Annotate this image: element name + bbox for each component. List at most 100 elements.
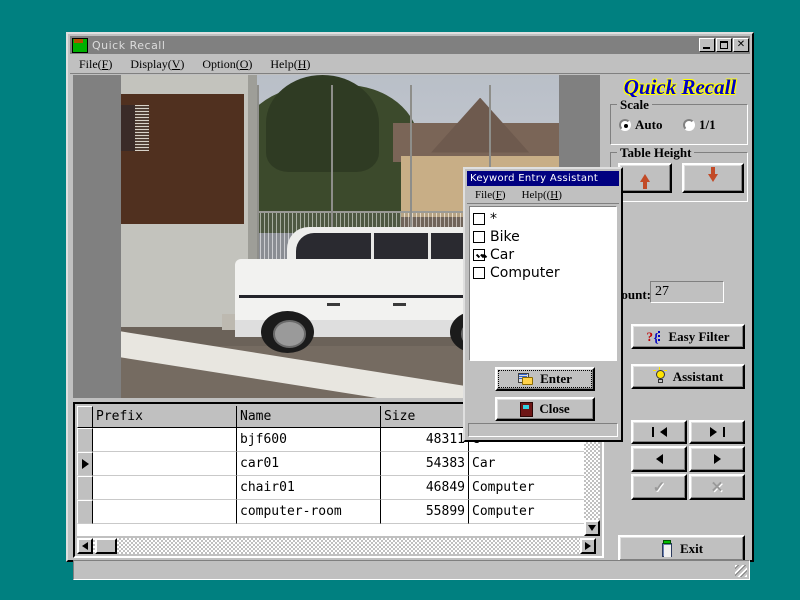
scale-group-label: Scale [617, 97, 652, 113]
main-window: Quick Recall ✕ File(F) Display(V) Option… [66, 32, 754, 580]
maximize-button[interactable] [716, 38, 732, 52]
control-panel: Quick Recall Scale Auto 1/1 Table Height… [604, 75, 752, 562]
cell-keyword[interactable]: Computer [469, 500, 595, 524]
keyword-item-car[interactable]: Car [473, 246, 616, 264]
radio-1-1-label: 1/1 [699, 117, 716, 132]
count-value: 27 [650, 281, 724, 303]
cell-size[interactable]: 46849 [381, 476, 469, 500]
confirm-button: ✓ [631, 474, 687, 500]
menu-option[interactable]: Option(O) [193, 56, 261, 73]
dialog-status-bar [468, 423, 618, 437]
dialog-menu-bar: File(F) Help((H) [467, 187, 619, 204]
previous-record-icon [655, 454, 663, 464]
keyword-label: Car [490, 247, 515, 263]
radio-scale-one-to-one[interactable]: 1/1 [683, 117, 716, 133]
cell-name[interactable]: chair01 [237, 476, 381, 500]
table-height-increase-button[interactable] [618, 163, 672, 193]
cell-size[interactable]: 55899 [381, 500, 469, 524]
cell-prefix[interactable] [93, 428, 237, 452]
cell-name[interactable]: computer-room [237, 500, 381, 524]
row-marker-current [77, 452, 93, 476]
arrow-down-icon [708, 167, 718, 182]
photo-window-frame [121, 94, 244, 224]
menu-bar: File(F) Display(V) Option(O) Help(H) [70, 56, 750, 74]
radio-scale-auto[interactable]: Auto [619, 117, 662, 133]
cell-prefix[interactable] [93, 500, 237, 524]
cell-prefix[interactable] [93, 476, 237, 500]
menu-display[interactable]: Display(V) [121, 56, 193, 73]
radio-auto-indicator [619, 119, 631, 131]
easy-filter-label: Easy Filter [668, 328, 730, 344]
chevron-right-icon [585, 542, 591, 550]
table-row[interactable]: chair01 46849 Computer [77, 476, 596, 500]
menu-file[interactable]: File(F) [70, 56, 121, 73]
dialog-close-button[interactable]: Close [495, 397, 595, 421]
keyword-label: Computer [490, 265, 560, 281]
dialog-menu-file[interactable]: File(F) [467, 189, 514, 201]
menu-help[interactable]: Help(H) [261, 56, 319, 73]
next-record-icon [713, 454, 721, 464]
checkbox-car[interactable] [473, 249, 485, 261]
radio-1-1-indicator [683, 119, 695, 131]
assistant-label: Assistant [672, 368, 724, 384]
table-horizontal-scrollbar[interactable] [77, 538, 596, 554]
resize-grip-icon[interactable] [735, 565, 747, 577]
cancel-button: ✕ [689, 474, 745, 500]
photo-car-handle [392, 302, 406, 306]
table-height-decrease-button[interactable] [682, 163, 744, 193]
table-row[interactable]: car01 54383 Car [77, 452, 596, 476]
hscroll-right-button[interactable] [580, 538, 596, 554]
keyword-list[interactable]: * Bike Car Computer [469, 206, 617, 361]
nav-first-button[interactable] [631, 420, 687, 444]
cell-name[interactable]: car01 [237, 452, 381, 476]
keyword-item-all[interactable]: * [473, 210, 616, 228]
cell-keyword[interactable]: Computer [469, 476, 595, 500]
checkbox-bike[interactable] [473, 231, 485, 243]
hscroll-thumb[interactable] [95, 538, 117, 554]
hscroll-track[interactable] [77, 538, 596, 554]
photo-fence-post [256, 84, 259, 266]
arrow-up-icon [640, 174, 650, 189]
keyword-item-bike[interactable]: Bike [473, 228, 616, 246]
nav-previous-button[interactable] [631, 446, 687, 472]
column-header-name[interactable]: Name [237, 406, 381, 428]
exit-door-icon [660, 540, 674, 557]
cell-prefix[interactable] [93, 452, 237, 476]
chevron-left-icon [82, 542, 88, 550]
table-row[interactable]: computer-room 55899 Computer [77, 500, 596, 524]
table-height-group-label: Table Height [617, 145, 695, 161]
hscroll-left-button[interactable] [77, 538, 93, 554]
scale-group: Scale Auto 1/1 [610, 97, 748, 145]
photo-wheel-hub [272, 320, 307, 348]
dialog-enter-button[interactable]: Enter [495, 367, 595, 391]
chevron-down-icon [588, 525, 596, 531]
dialog-title-bar: Keyword Entry Assistant [467, 171, 619, 186]
exit-button[interactable]: Exit [618, 535, 745, 562]
title-bar: Quick Recall ✕ [70, 36, 750, 54]
cell-keyword[interactable]: Car [469, 452, 595, 476]
nav-next-button[interactable] [689, 446, 745, 472]
keyword-item-computer[interactable]: Computer [473, 264, 616, 282]
window-controls: ✕ [699, 38, 749, 52]
cross-icon: ✕ [710, 479, 724, 496]
column-header-size[interactable]: Size [381, 406, 469, 428]
check-icon: ✓ [652, 479, 666, 496]
minimize-button[interactable] [699, 38, 715, 52]
checkbox-computer[interactable] [473, 267, 485, 279]
assistant-button[interactable]: Assistant [631, 364, 745, 389]
cell-size[interactable]: 48311 [381, 428, 469, 452]
dialog-menu-help[interactable]: Help((H) [514, 189, 570, 201]
keyword-label: * [490, 211, 497, 227]
nav-last-button[interactable] [689, 420, 745, 444]
column-header-prefix[interactable]: Prefix [93, 406, 237, 428]
current-record-icon [81, 459, 89, 469]
cell-size[interactable]: 54383 [381, 452, 469, 476]
radio-auto-label: Auto [635, 117, 663, 132]
keyword-entry-assistant-dialog: Keyword Entry Assistant File(F) Help((H)… [463, 167, 623, 442]
easy-filter-button[interactable]: ?{ Easy Filter [631, 324, 745, 349]
cell-name[interactable]: bjf600 [237, 428, 381, 452]
close-button[interactable]: ✕ [733, 38, 749, 52]
enter-label: Enter [540, 371, 572, 386]
checkbox-all[interactable] [473, 213, 485, 225]
vscroll-down-button[interactable] [584, 520, 600, 536]
